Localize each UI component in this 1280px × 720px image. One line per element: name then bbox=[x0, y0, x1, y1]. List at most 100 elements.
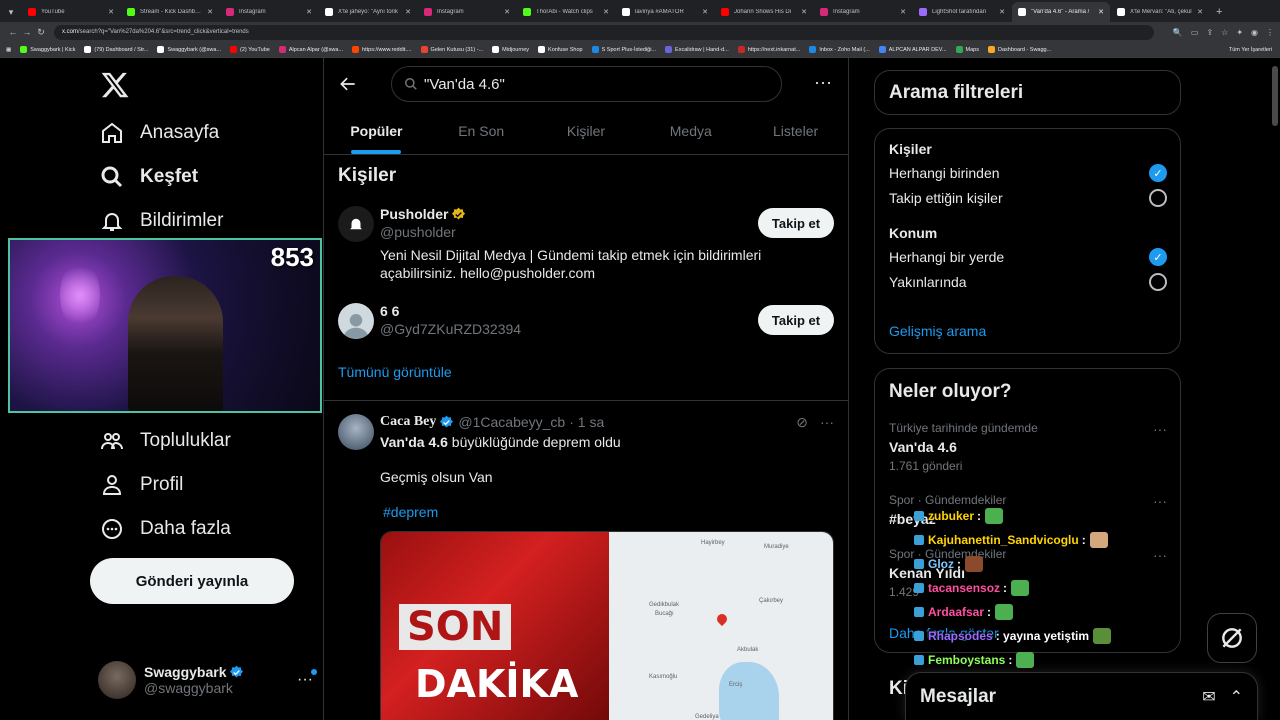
browser-tab[interactable]: Stream - Kick Dashboard ✕ bbox=[121, 2, 219, 22]
browser-tab[interactable]: X'te jaheyo: "Aynı torik ✕ bbox=[319, 2, 417, 22]
filter-option-anyone[interactable]: Herhangi birinden ✓ bbox=[889, 164, 1167, 182]
bookmark-item[interactable]: Dashboard - Swagg... bbox=[988, 46, 1051, 53]
share-icon[interactable]: ⇪ bbox=[1206, 28, 1213, 37]
radio-unchecked-icon[interactable] bbox=[1149, 273, 1167, 291]
apps-grid-icon[interactable]: ▦ bbox=[6, 47, 11, 53]
close-icon[interactable]: ✕ bbox=[504, 8, 510, 16]
cast-icon[interactable]: ▭ bbox=[1191, 28, 1199, 37]
new-tab-icon[interactable]: + bbox=[1216, 6, 1222, 22]
tab-search-icon[interactable]: ▾ bbox=[4, 7, 18, 22]
browser-tab[interactable]: Instagram ✕ bbox=[418, 2, 516, 22]
x-logo-icon[interactable] bbox=[100, 70, 130, 100]
close-icon[interactable]: ✕ bbox=[603, 8, 609, 16]
more-dots-icon[interactable]: ··· bbox=[1153, 493, 1167, 509]
bookmark-item[interactable]: Inbox - Zoho Mail (... bbox=[809, 46, 870, 53]
browser-tab[interactable]: ThorAbi - Watch clips ✕ bbox=[517, 2, 615, 22]
messages-drawer[interactable]: Mesajlar ✉ ⌃ bbox=[905, 672, 1258, 720]
reload-icon[interactable]: ↻ bbox=[34, 27, 48, 38]
close-icon[interactable]: ✕ bbox=[702, 8, 708, 16]
filter-option-anywhere[interactable]: Herhangi bir yerde ✓ bbox=[889, 248, 1167, 266]
close-icon[interactable]: ✕ bbox=[405, 8, 411, 16]
browser-tab[interactable]: lavinya #AMATOR ✕ bbox=[616, 2, 714, 22]
close-icon[interactable]: ✕ bbox=[1197, 8, 1203, 16]
grok-button[interactable] bbox=[1207, 613, 1257, 663]
tab-media[interactable]: Medya bbox=[638, 111, 743, 154]
bookmark-item[interactable]: (2) YouTube bbox=[230, 46, 270, 53]
nav-more[interactable]: Daha fazla bbox=[98, 509, 231, 549]
search-input[interactable]: "Van'da 4.6" bbox=[391, 66, 782, 102]
browser-tab[interactable]: "Van'da 4.6" - Arama / ✕ bbox=[1012, 2, 1110, 22]
radio-checked-icon[interactable]: ✓ bbox=[1149, 164, 1167, 182]
bookmark-item[interactable]: Konfuse Shop bbox=[538, 46, 583, 53]
menu-icon[interactable]: ⋮ bbox=[1266, 28, 1274, 37]
trend-item[interactable]: Türkiye tarihinde gündemde Van'da 4.6 1.… bbox=[889, 421, 1167, 473]
tweet-media[interactable]: SON DAKİKA Hayirbey Muradiye Gedikbulak … bbox=[380, 531, 834, 720]
browser-tab[interactable]: Johann Shows His Di ✕ bbox=[715, 2, 813, 22]
bookmark-item[interactable]: Swaggybark | Kick bbox=[20, 46, 75, 53]
nav-communities[interactable]: Topluluklar bbox=[98, 421, 231, 461]
bookmark-item[interactable]: https://www.reddit.... bbox=[352, 46, 412, 53]
tweet-author-name[interactable]: Caca Bey bbox=[380, 414, 436, 430]
more-dots-icon[interactable]: ··· bbox=[1153, 421, 1167, 437]
more-dots-icon[interactable]: ··· bbox=[814, 72, 832, 93]
scrollbar[interactable] bbox=[1272, 66, 1278, 126]
browser-tab[interactable]: Instagram ✕ bbox=[220, 2, 318, 22]
person-result[interactable]: 6 6 @Gyd7ZKuRZD32394 Takip et bbox=[338, 303, 834, 343]
close-icon[interactable]: ✕ bbox=[207, 8, 213, 16]
bookmark-item[interactable]: Midjourney bbox=[492, 46, 529, 53]
more-dots-icon[interactable]: ··· bbox=[297, 669, 317, 689]
close-icon[interactable]: ✕ bbox=[1098, 8, 1104, 16]
tweet-author-handle[interactable]: @1Cacabeyy_cb bbox=[458, 414, 565, 430]
follow-button[interactable]: Takip et bbox=[758, 208, 834, 238]
bookmark-item[interactable]: Gelen Kutusu (31) -... bbox=[420, 46, 483, 53]
browser-tab[interactable]: X'te Mervan: "Ati, çekul ✕ bbox=[1111, 2, 1209, 22]
close-icon[interactable]: ✕ bbox=[801, 8, 807, 16]
nav-notifications[interactable]: Bildirimler bbox=[98, 201, 223, 241]
nav-home[interactable]: Anasayfa bbox=[98, 113, 219, 153]
back-arrow-icon[interactable]: ← bbox=[6, 27, 20, 37]
bookmark-item[interactable]: Alpcan Alpar (@swa... bbox=[278, 46, 343, 53]
browser-tab[interactable]: Instagram ✕ bbox=[814, 2, 912, 22]
zoom-icon[interactable]: 🔍 bbox=[1173, 28, 1183, 37]
bookmark-star-icon[interactable]: ☆ bbox=[1221, 28, 1228, 37]
all-bookmarks-folder[interactable]: Tüm Yer İşaretleri bbox=[1229, 47, 1272, 53]
filter-option-following[interactable]: Takip ettiğin kişiler bbox=[889, 189, 1167, 207]
browser-tab[interactable]: YouTube ✕ bbox=[22, 2, 120, 22]
nav-profile[interactable]: Profil bbox=[98, 465, 183, 505]
person-result[interactable]: Pusholder @pusholder Yeni Nesil Dijital … bbox=[338, 206, 834, 286]
post-button[interactable]: Gönderi yayınla bbox=[90, 558, 294, 604]
bookmark-item[interactable]: Swaggybark (@swa... bbox=[157, 46, 221, 53]
close-icon[interactable]: ✕ bbox=[306, 8, 312, 16]
forward-arrow-icon[interactable]: → bbox=[20, 27, 34, 37]
new-message-icon[interactable]: ✉ bbox=[1202, 687, 1215, 707]
bookmark-item[interactable]: Excalidraw | Hand-d... bbox=[665, 46, 729, 53]
chevron-up-icon[interactable]: ⌃ bbox=[1230, 687, 1243, 707]
close-icon[interactable]: ✕ bbox=[999, 8, 1005, 16]
tab-latest[interactable]: En Son bbox=[429, 111, 534, 154]
bookmark-item[interactable]: ALPCAN ALPAR DEV... bbox=[878, 46, 947, 53]
hashtag-link[interactable]: #deprem bbox=[383, 504, 438, 520]
back-arrow-icon[interactable] bbox=[338, 74, 358, 94]
tab-people[interactable]: Kişiler bbox=[534, 111, 639, 154]
more-dots-icon[interactable]: ··· bbox=[1153, 547, 1167, 563]
more-dots-icon[interactable]: ··· bbox=[820, 414, 834, 431]
show-all-link[interactable]: Tümünü görüntüle bbox=[338, 364, 452, 380]
close-icon[interactable]: ✕ bbox=[108, 8, 114, 16]
nav-explore[interactable]: Keşfet bbox=[98, 157, 198, 197]
radio-unchecked-icon[interactable] bbox=[1149, 189, 1167, 207]
extensions-icon[interactable]: ✦ bbox=[1236, 28, 1243, 37]
tab-popular[interactable]: Popüler bbox=[324, 111, 429, 154]
radio-checked-icon[interactable]: ✓ bbox=[1149, 248, 1167, 266]
url-field[interactable]: x.com/search?q="Van%27da%204.6"&src=tren… bbox=[54, 24, 1154, 40]
bookmark-item[interactable]: Maps bbox=[955, 46, 979, 53]
filter-option-near-you[interactable]: Yakınlarında bbox=[889, 273, 1167, 291]
bookmark-item[interactable]: https://next.inkarnat... bbox=[737, 46, 800, 53]
advanced-search-link[interactable]: Gelişmiş arama bbox=[889, 323, 986, 339]
bookmark-item[interactable]: S Sport Plus-İstediği... bbox=[591, 46, 656, 53]
grok-icon[interactable]: ⊘ bbox=[796, 414, 808, 431]
tweet-time[interactable]: · 1 sa bbox=[569, 414, 604, 430]
bookmark-item[interactable]: (79) Dashboard / Str... bbox=[84, 46, 148, 53]
profile-icon[interactable]: ◉ bbox=[1251, 28, 1258, 37]
close-icon[interactable]: ✕ bbox=[900, 8, 906, 16]
follow-button[interactable]: Takip et bbox=[758, 305, 834, 335]
